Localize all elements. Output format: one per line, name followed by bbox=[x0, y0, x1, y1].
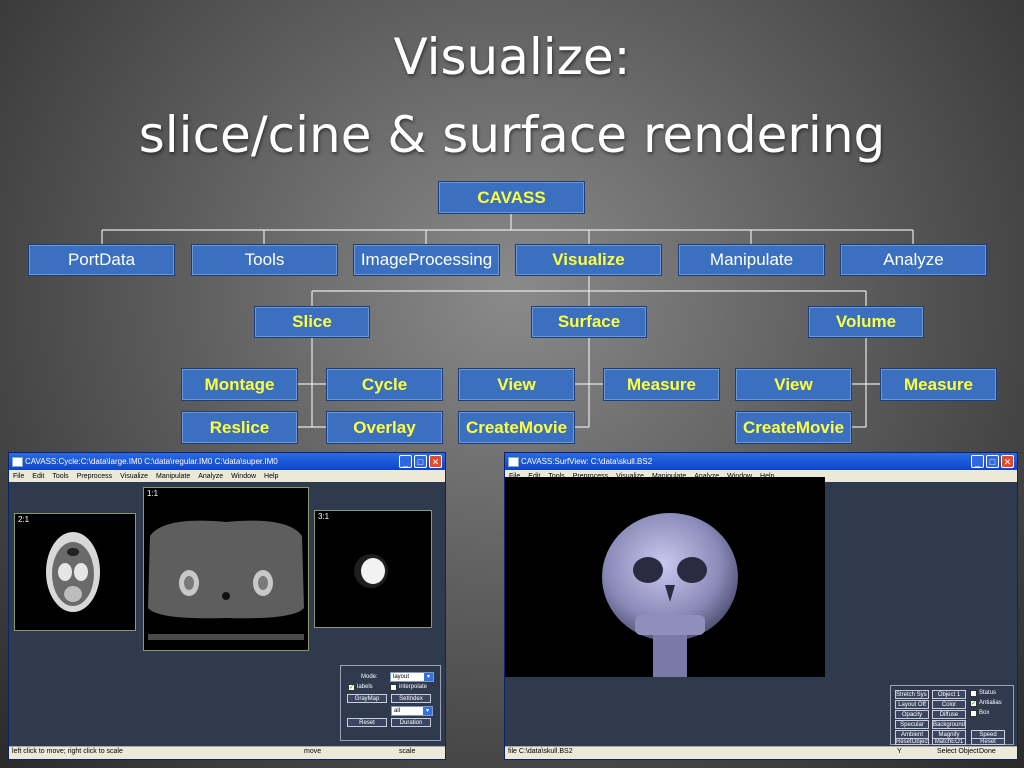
close-icon[interactable]: ✕ bbox=[429, 455, 442, 468]
surfview-titlebar[interactable]: CAVASS:SurfView: C:\data\skull.BS2 _ □ ✕ bbox=[505, 453, 1017, 470]
minimize-icon[interactable]: _ bbox=[971, 455, 984, 468]
surface-render-view[interactable] bbox=[505, 477, 825, 677]
all-select[interactable]: all ▾ bbox=[391, 706, 433, 716]
cycle-statusbar: left click to move; right click to scale… bbox=[9, 746, 445, 759]
node-manipulate: Manipulate bbox=[678, 244, 825, 276]
diffuse-button[interactable]: Diffuse bbox=[932, 710, 966, 719]
duration-button[interactable]: Duration bbox=[391, 718, 431, 727]
interpolate-label: interpolate bbox=[399, 684, 428, 690]
mode-select[interactable]: layout ▾ bbox=[390, 672, 434, 682]
view-label: 2:1 bbox=[18, 515, 30, 524]
status-left: left click to move; right click to scale bbox=[12, 748, 123, 755]
reset-object-button[interactable]: ResetObject bbox=[895, 738, 929, 745]
status-checkbox[interactable] bbox=[970, 690, 977, 697]
color-button[interactable]: Color bbox=[932, 700, 966, 709]
menu-help[interactable]: Help bbox=[264, 473, 278, 480]
node-tools: Tools bbox=[191, 244, 338, 276]
cycle-window-title: CAVASS:Cycle:C:\data\large.IM0 C:\data\r… bbox=[25, 457, 278, 466]
chevron-down-icon: ▾ bbox=[424, 673, 433, 681]
antialias-checkbox[interactable]: ✓ bbox=[970, 700, 977, 707]
status-select: Select Object bbox=[937, 748, 979, 755]
node-surface-createmovie: CreateMovie bbox=[458, 411, 575, 444]
menu-analyze[interactable]: Analyze bbox=[198, 473, 223, 480]
maximize-icon[interactable]: □ bbox=[414, 455, 427, 468]
node-volume: Volume bbox=[808, 306, 924, 338]
status-y: Y bbox=[897, 748, 902, 755]
surfview-window: CAVASS:SurfView: C:\data\skull.BS2 _ □ ✕… bbox=[504, 452, 1018, 760]
node-montage: Montage bbox=[181, 368, 298, 401]
close-icon[interactable]: ✕ bbox=[1001, 455, 1014, 468]
menu-tools[interactable]: Tools bbox=[52, 473, 68, 480]
head-slice-image bbox=[46, 532, 100, 612]
node-cycle: Cycle bbox=[326, 368, 443, 401]
minimize-icon[interactable]: _ bbox=[399, 455, 412, 468]
background-button[interactable]: Background bbox=[932, 720, 966, 729]
box-check-label: Box bbox=[979, 710, 990, 716]
interpolate-checkbox[interactable] bbox=[390, 684, 397, 691]
status-left: file C:\data\skull.BS2 bbox=[508, 748, 573, 755]
view-panel-3-1[interactable]: 3:1 bbox=[314, 510, 432, 628]
node-overlay: Overlay bbox=[326, 411, 443, 444]
node-surface-view: View bbox=[458, 368, 575, 401]
node-cavass: CAVASS bbox=[438, 181, 585, 214]
chevron-down-icon: ▾ bbox=[423, 707, 432, 715]
surfview-control-panel: Stretch Sys 1 Object 1 Layout Off Color … bbox=[890, 685, 1014, 745]
menu-file[interactable]: File bbox=[13, 473, 24, 480]
node-volume-measure: Measure bbox=[880, 368, 997, 401]
node-reslice: Reslice bbox=[181, 411, 298, 444]
labels-checkbox[interactable]: ✓ bbox=[348, 684, 355, 691]
layout-off-button[interactable]: Layout Off bbox=[895, 700, 929, 709]
view-label: 3:1 bbox=[318, 512, 330, 521]
graymap-button[interactable]: GrayMap bbox=[347, 694, 387, 703]
cycle-control-panel: Mode: layout ▾ ✓ labels interpolate GrayM… bbox=[340, 665, 441, 741]
view-label: 1:1 bbox=[147, 489, 159, 498]
node-volume-view: View bbox=[735, 368, 852, 401]
mode-label: Mode: bbox=[361, 674, 378, 680]
node-analyze: Analyze bbox=[840, 244, 987, 276]
overlay-slice-image bbox=[354, 554, 388, 588]
status-check-label: Status bbox=[979, 690, 997, 696]
node-slice: Slice bbox=[254, 306, 370, 338]
surfview-window-title: CAVASS:SurfView: C:\data\skull.BS2 bbox=[521, 457, 653, 466]
view-panel-2-1[interactable]: 2:1 bbox=[14, 513, 136, 631]
opacity-button[interactable]: Opacity bbox=[895, 710, 929, 719]
view-panel-1-1[interactable]: 1:1 bbox=[143, 487, 309, 651]
reset-button[interactable]: Reset bbox=[347, 718, 387, 727]
node-imageprocessing: ImageProcessing bbox=[353, 244, 500, 276]
node-visualize: Visualize bbox=[515, 244, 662, 276]
menu-preprocess[interactable]: Preprocess bbox=[77, 473, 112, 480]
menu-manipulate[interactable]: Manipulate bbox=[156, 473, 190, 480]
maximize-icon[interactable]: □ bbox=[986, 455, 999, 468]
object-button[interactable]: Object 1 bbox=[932, 690, 966, 699]
match-button[interactable]: MatchEO1 bbox=[932, 738, 966, 745]
app-icon bbox=[508, 457, 519, 467]
labels-label: labels bbox=[357, 684, 373, 690]
surfview-statusbar: file C:\data\skull.BS2 Y Select Object D… bbox=[505, 746, 1017, 759]
status-done: Done bbox=[979, 748, 996, 755]
node-portdata: PortData bbox=[28, 244, 175, 276]
menu-window[interactable]: Window bbox=[231, 473, 256, 480]
cycle-window: CAVASS:Cycle:C:\data\large.IM0 C:\data\r… bbox=[8, 452, 446, 760]
stretch-sys-button[interactable]: Stretch Sys 1 bbox=[895, 690, 929, 699]
menu-edit[interactable]: Edit bbox=[32, 473, 44, 480]
skull-render-image bbox=[602, 513, 738, 677]
cycle-titlebar[interactable]: CAVASS:Cycle:C:\data\large.IM0 C:\data\r… bbox=[9, 453, 445, 470]
status-middle: move bbox=[304, 748, 322, 755]
setindex-button[interactable]: SetIndex bbox=[391, 694, 431, 703]
node-surface: Surface bbox=[531, 306, 647, 338]
box-checkbox[interactable] bbox=[970, 710, 977, 717]
node-surface-measure: Measure bbox=[603, 368, 720, 401]
pelvis-slice-image bbox=[148, 520, 304, 640]
app-icon bbox=[12, 457, 23, 467]
menu-visualize[interactable]: Visualize bbox=[120, 473, 148, 480]
cycle-menubar: File Edit Tools Preprocess Visualize Man… bbox=[9, 470, 445, 482]
specular-button[interactable]: Specular bbox=[895, 720, 929, 729]
antialias-check-label: Antialias bbox=[979, 700, 1002, 706]
reset-button[interactable]: Reset bbox=[971, 738, 1005, 745]
node-volume-createmovie: CreateMovie bbox=[735, 411, 852, 444]
status-right: scale bbox=[399, 748, 416, 755]
